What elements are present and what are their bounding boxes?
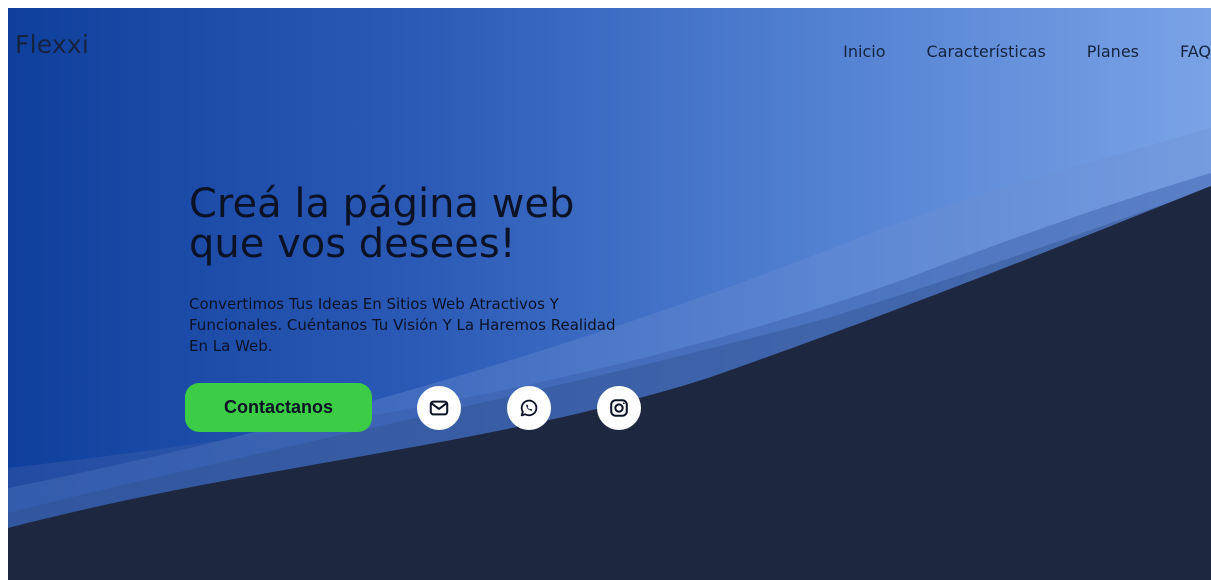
contact-button[interactable]: Contactanos — [185, 383, 372, 432]
hero-headline: Creá la página web que vos desees! — [189, 184, 649, 264]
whatsapp-button[interactable] — [507, 386, 551, 430]
instagram-icon — [610, 399, 628, 417]
hero-subtext: Convertimos Tus Ideas En Sitios Web Atra… — [189, 295, 616, 355]
instagram-button[interactable] — [597, 386, 641, 430]
main-nav: Inicio Características Planes FAQ — [802, 42, 1211, 61]
brand-logo[interactable]: Flexxi — [15, 30, 89, 59]
nav-item-inicio[interactable]: Inicio — [843, 42, 885, 61]
whatsapp-icon — [520, 399, 538, 417]
nav-item-faq[interactable]: FAQ — [1180, 42, 1211, 61]
mail-icon — [429, 400, 449, 416]
nav-item-caracteristicas[interactable]: Características — [926, 42, 1045, 61]
hero-headline-line2: que vos desees! — [189, 221, 516, 267]
nav-item-planes[interactable]: Planes — [1087, 42, 1139, 61]
page-frame: Flexxi Inicio Características Planes FAQ… — [8, 8, 1211, 580]
mail-button[interactable] — [417, 386, 461, 430]
